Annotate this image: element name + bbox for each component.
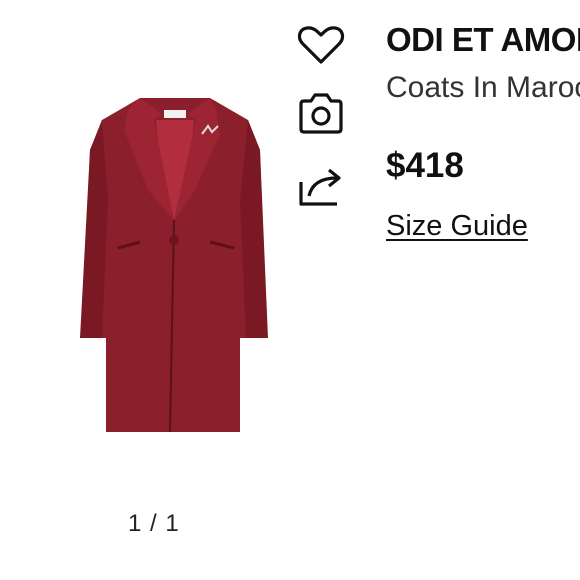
product-brand[interactable]: ODI ET AMOR (386, 20, 580, 60)
product-gallery: 1 / 1 (0, 0, 290, 580)
favorite-button[interactable] (296, 20, 346, 70)
product-subtitle: Coats In Maroon (386, 71, 580, 104)
product-details: ODI ET AMOR Coats In Maroon $418 Size Gu… (386, 20, 580, 244)
image-pager: 1 / 1 (128, 510, 180, 537)
coat-label (164, 110, 186, 118)
coat-button (169, 235, 179, 245)
visual-search-button[interactable] (296, 88, 346, 138)
share-button[interactable] (296, 160, 346, 210)
camera-icon (299, 93, 343, 134)
heart-icon (297, 26, 345, 64)
product-image[interactable] (70, 80, 280, 440)
product-price: $418 (386, 146, 464, 185)
share-icon (299, 168, 341, 206)
size-guide-link[interactable]: Size Guide (386, 208, 528, 244)
